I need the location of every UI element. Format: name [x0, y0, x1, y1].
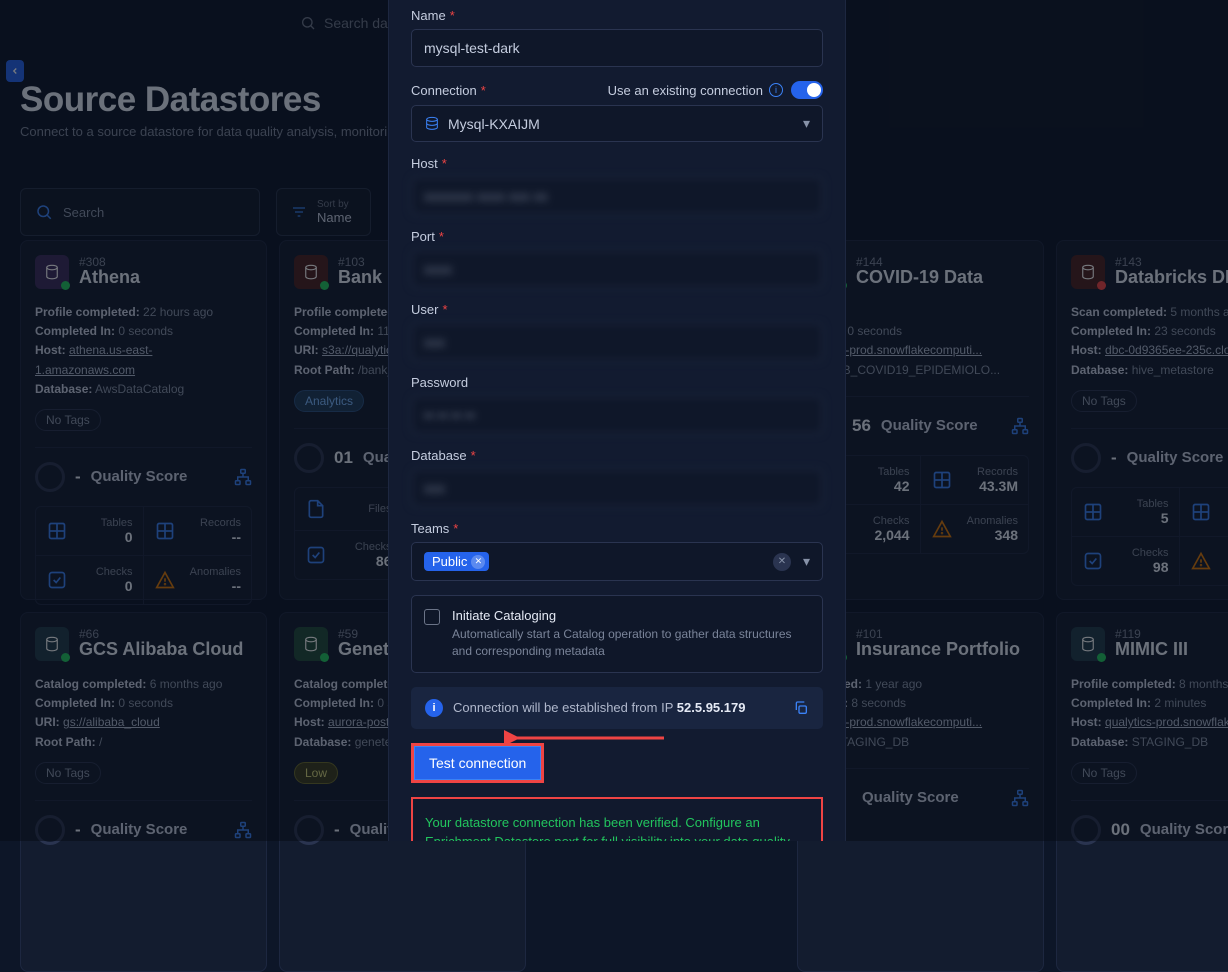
test-connection-button[interactable]: Test connection — [414, 746, 541, 780]
port-input[interactable]: xxxx — [411, 250, 823, 288]
datastore-form-panel: Name* Connection* Use an existing connec… — [388, 0, 846, 841]
name-label: Name* — [411, 8, 823, 23]
initiate-cataloging-box[interactable]: Initiate Cataloging Automatically start … — [411, 595, 823, 673]
catalog-checkbox[interactable] — [424, 609, 440, 625]
user-input[interactable]: xxx — [411, 323, 823, 361]
remove-chip-icon[interactable]: ✕ — [471, 555, 485, 569]
clear-teams-icon[interactable]: ✕ — [773, 553, 791, 571]
team-chip-public[interactable]: Public ✕ — [424, 552, 489, 571]
use-existing-toggle[interactable] — [791, 81, 823, 99]
database-icon — [424, 116, 440, 132]
info-icon[interactable]: i — [769, 83, 783, 97]
password-label: Password — [411, 375, 823, 390]
teams-label: Teams* — [411, 521, 823, 536]
password-input[interactable]: •• •• •• •• — [411, 396, 823, 434]
test-connection-highlight: Test connection — [411, 743, 544, 783]
chevron-down-icon: ▾ — [803, 115, 810, 132]
connection-select[interactable]: Mysql-KXAIJM ▾ — [411, 105, 823, 142]
info-icon: i — [425, 699, 443, 717]
catalog-title: Initiate Cataloging — [452, 608, 810, 623]
connection-value: Mysql-KXAIJM — [448, 116, 540, 132]
port-label: Port* — [411, 229, 823, 244]
copy-icon[interactable] — [793, 700, 809, 716]
use-existing-label: Use an existing connectioni — [608, 83, 783, 98]
database-input[interactable]: xxx — [411, 469, 823, 507]
host-input[interactable]: xxxxxxx xxxx xxx xx — [411, 177, 823, 215]
catalog-desc: Automatically start a Catalog operation … — [452, 626, 810, 660]
host-label: Host* — [411, 156, 823, 171]
connection-label: Connection* — [411, 83, 486, 98]
ip-text: Connection will be established from IP 5… — [453, 700, 745, 715]
success-message: Your datastore connection has been verif… — [411, 797, 823, 841]
database-label: Database* — [411, 448, 823, 463]
teams-select[interactable]: Public ✕ ✕ ▾ — [411, 542, 823, 581]
chevron-down-icon: ▾ — [803, 553, 810, 570]
name-input[interactable] — [411, 29, 823, 67]
connection-ip-info: i Connection will be established from IP… — [411, 687, 823, 729]
user-label: User* — [411, 302, 823, 317]
